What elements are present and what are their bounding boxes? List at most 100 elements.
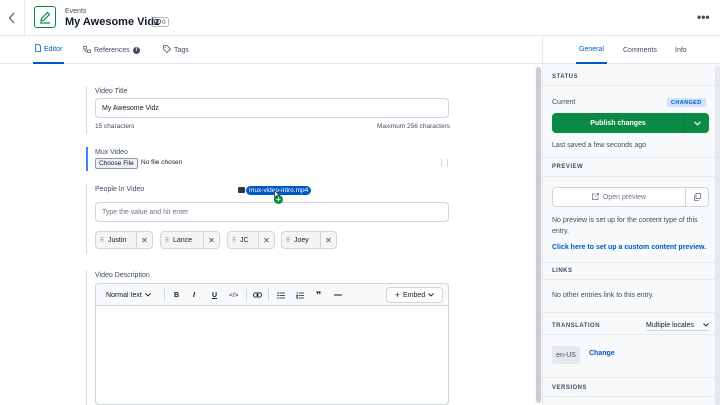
section-divider xyxy=(543,176,715,177)
top-bar: Events My Awesome Vidz 0 ••• xyxy=(0,0,720,36)
references-icon xyxy=(83,45,91,55)
drag-handle-icon[interactable]: ⠿ xyxy=(96,237,108,244)
sidebar-scrollbar[interactable] xyxy=(715,66,720,405)
entry-edit-icon xyxy=(34,6,56,28)
person-name: Joey xyxy=(294,236,309,244)
rich-text-toolbar: Normal text B I U </> ❞ + Embed xyxy=(96,284,448,306)
sidebar-tab-general[interactable]: General xyxy=(576,36,607,64)
divider xyxy=(441,159,442,167)
drag-handle-icon[interactable]: ⠿ xyxy=(282,237,294,244)
code-button[interactable]: </> xyxy=(229,289,238,301)
toolbar-divider xyxy=(268,289,269,301)
embed-label: Embed xyxy=(403,291,426,299)
entry-sidebar: General Comments Info STATUS Current CHA… xyxy=(542,36,720,405)
section-divider xyxy=(543,157,715,158)
locale-mode-select[interactable]: Multiple locales xyxy=(646,322,709,331)
field-label: Video Description xyxy=(95,272,150,279)
sidebar-tab-info[interactable]: Info xyxy=(675,36,687,64)
translation-heading: TRANSLATION xyxy=(552,323,601,329)
tab-references[interactable]: References i xyxy=(83,36,140,64)
publish-button[interactable]: Publish changes xyxy=(552,113,709,133)
link-icon[interactable] xyxy=(253,289,262,301)
remove-icon[interactable]: ✕ xyxy=(203,232,219,248)
more-options-icon[interactable]: ••• xyxy=(697,10,710,24)
links-note: No other entries link to this entry. xyxy=(552,292,654,299)
links-heading: LINKS xyxy=(552,268,573,274)
field-indicator-active xyxy=(86,147,88,171)
plus-icon: + xyxy=(394,290,401,300)
tag-icon xyxy=(163,45,172,55)
reference-count: 0 xyxy=(162,18,166,26)
field-label: Mux Video xyxy=(95,149,128,156)
bold-button[interactable]: B xyxy=(174,289,179,301)
drag-handle-icon[interactable]: ⠿ xyxy=(161,237,173,244)
locale-chip: en-US xyxy=(552,346,580,364)
italic-button[interactable]: I xyxy=(193,289,195,301)
current-status-label: Current xyxy=(552,99,576,106)
chevron-down-icon xyxy=(428,292,435,299)
chevron-down-icon xyxy=(703,322,709,329)
underline-button[interactable]: U xyxy=(212,289,217,301)
status-heading: STATUS xyxy=(552,74,579,80)
tab-editor[interactable]: Editor xyxy=(33,36,65,64)
embed-button[interactable]: + Embed xyxy=(386,287,443,303)
divider xyxy=(447,159,448,167)
editor-scrollbar-thumb[interactable] xyxy=(536,67,541,403)
person-pill[interactable]: ⠿ Joey ✕ xyxy=(281,231,337,249)
remove-icon[interactable]: ✕ xyxy=(258,232,274,248)
chevron-down-icon[interactable] xyxy=(685,113,709,133)
remove-icon[interactable]: ✕ xyxy=(136,232,152,248)
field-indicator xyxy=(86,184,87,254)
person-name: JC xyxy=(240,236,249,244)
no-file-text: No file chosen xyxy=(141,159,183,166)
bulleted-list-icon[interactable] xyxy=(277,289,285,301)
tab-references-label: References xyxy=(94,46,130,54)
person-pill[interactable]: ⠿ JC ✕ xyxy=(227,231,275,249)
preview-note: No preview is set up for the content typ… xyxy=(552,217,698,235)
field-video-title: Video Title My Awesome Vidz 15 character… xyxy=(86,86,450,134)
toolbar-divider xyxy=(164,289,165,301)
section-divider xyxy=(543,312,715,313)
last-saved-text: Last saved a few seconds ago xyxy=(552,142,647,149)
drag-handle-icon[interactable]: ⠿ xyxy=(228,237,240,244)
section-divider xyxy=(543,279,715,280)
entry-title: My Awesome Vidz xyxy=(65,16,160,28)
open-preview-button[interactable]: Open preview xyxy=(552,187,686,207)
publish-label[interactable]: Publish changes xyxy=(552,113,684,133)
setup-preview-link[interactable]: Click here to set up a custom content pr… xyxy=(552,244,706,251)
sidebar-tab-comments[interactable]: Comments xyxy=(623,36,657,64)
preview-heading: PREVIEW xyxy=(552,164,584,170)
back-arrow-icon[interactable] xyxy=(4,9,20,27)
locale-mode-label: Multiple locales xyxy=(646,322,694,329)
person-pill[interactable]: ⠿ Lance ✕ xyxy=(160,231,220,249)
tab-tags[interactable]: Tags xyxy=(163,36,189,64)
drop-add-icon: + xyxy=(274,195,283,204)
format-dropdown[interactable]: Normal text xyxy=(106,289,151,301)
numbered-list-icon[interactable] xyxy=(296,289,304,301)
field-label: Video Title xyxy=(95,88,128,95)
person-pill[interactable]: ⠿ Justin ✕ xyxy=(95,231,153,249)
change-locale-link[interactable]: Change xyxy=(589,350,615,357)
info-icon: i xyxy=(132,46,140,54)
chevron-down-icon xyxy=(144,292,151,299)
people-input[interactable]: Type the value and hit enter xyxy=(95,202,449,222)
section-divider xyxy=(543,334,715,335)
file-drag-icon xyxy=(238,187,245,193)
quote-icon[interactable]: ❞ xyxy=(316,289,321,301)
rich-text-editor[interactable]: Normal text B I U </> ❞ + Embed xyxy=(95,283,449,405)
video-title-input[interactable]: My Awesome Vidz xyxy=(95,98,449,118)
field-indicator xyxy=(86,86,87,134)
section-divider xyxy=(543,85,715,86)
copy-icon[interactable] xyxy=(685,187,709,207)
link-icon xyxy=(154,18,161,26)
editor-tabs: Editor References i Tags xyxy=(0,36,542,64)
remove-icon[interactable]: ✕ xyxy=(320,232,336,248)
external-link-icon xyxy=(591,192,599,202)
horizontal-rule-icon[interactable] xyxy=(334,289,342,301)
max-char-hint: Maximum 256 characters xyxy=(377,123,450,130)
reference-count-badge: 0 xyxy=(151,17,169,27)
document-icon xyxy=(35,44,41,54)
breadcrumb[interactable]: Events xyxy=(65,8,86,15)
choose-file-button[interactable]: Choose File xyxy=(95,158,138,169)
field-label: People In Video xyxy=(95,186,145,193)
